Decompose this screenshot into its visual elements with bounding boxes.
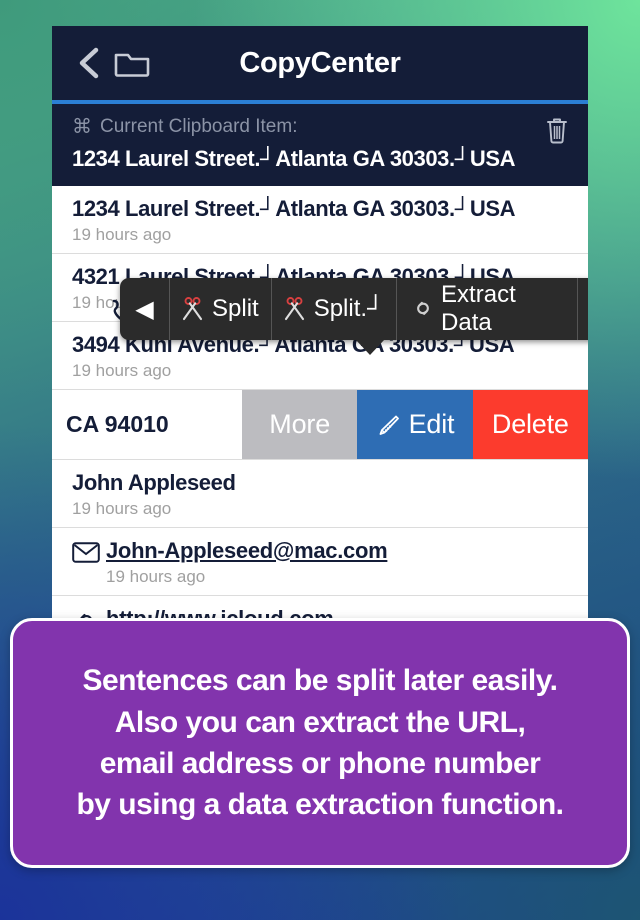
envelope-icon — [72, 538, 106, 568]
list-item-timestamp: 19 hours ago — [106, 567, 206, 586]
swipe-row-text: CA 94010 — [66, 411, 169, 437]
list-item-title: John Appleseed — [72, 470, 236, 495]
toolbar-pointer — [355, 339, 385, 355]
trash-icon[interactable] — [546, 116, 568, 149]
more-button-label: More — [269, 409, 331, 439]
toolbar-next-button[interactable]: ▶ — [578, 278, 588, 340]
swipe-action-row[interactable]: CA 94010 More Edit Delete — [52, 390, 588, 460]
list-item-timestamp: 19 hours ago — [72, 499, 172, 518]
toolbar-extract-data-label: Extract Data — [441, 281, 516, 336]
delete-button[interactable]: Delete — [472, 390, 588, 459]
toolbar-prev-button[interactable]: ◀ — [120, 278, 170, 340]
list-item-title: 1234 Laurel Street.┘Atlanta GA 30303.┘US… — [72, 196, 516, 221]
triangle-left-icon: ◀ — [135, 295, 154, 323]
list-item-timestamp: 19 hours ago — [72, 225, 172, 244]
toolbar-split-newline-button[interactable]: Split.┘ — [272, 278, 398, 340]
toolbar-split-newline-label: Split.┘ — [313, 295, 385, 322]
toolbar-extract-data-button[interactable]: Extract Data — [397, 278, 578, 340]
context-action-toolbar[interactable]: ◀ Split Split.┘ Extract Data — [120, 278, 588, 340]
phone-screen: CopyCenter ⌘ Current Clipboard Item: 123… — [52, 26, 588, 688]
command-icon: ⌘ — [72, 116, 92, 138]
list-item-timestamp: 19 hours ago — [72, 361, 172, 380]
clipboard-header: ⌘ Current Clipboard Item: — [72, 114, 568, 140]
caption-line: Sentences can be split later easily. — [82, 664, 558, 698]
list-item[interactable]: John-Appleseed@mac.com 19 hours ago — [52, 528, 588, 596]
caption-line: Also you can extract the URL, — [114, 705, 526, 739]
current-clipboard-panel: ⌘ Current Clipboard Item: 1234 Laurel St… — [52, 104, 588, 186]
link-icon — [409, 297, 437, 321]
more-button[interactable]: More — [242, 390, 358, 459]
toolbar-split-label: Split — [212, 295, 259, 322]
pencil-icon — [376, 413, 400, 437]
toolbar-split-button[interactable]: Split — [170, 278, 272, 340]
scissors-icon — [284, 296, 310, 322]
list-item[interactable]: John Appleseed 19 hours ago — [52, 460, 588, 528]
list-item-title[interactable]: John-Appleseed@mac.com — [106, 538, 568, 564]
delete-button-label: Delete — [491, 409, 569, 439]
folder-icon[interactable] — [112, 46, 152, 80]
caption-line: by using a data extraction function. — [76, 788, 564, 822]
navigation-bar: CopyCenter — [52, 26, 588, 100]
list-item[interactable]: 1234 Laurel Street.┘Atlanta GA 30303.┘US… — [52, 186, 588, 254]
edit-button-label: Edit — [408, 409, 455, 439]
clipboard-value: 1234 Laurel Street.┘Atlanta GA 30303.┘US… — [72, 146, 516, 171]
scissors-icon — [182, 296, 208, 322]
back-button[interactable] — [72, 46, 106, 80]
edit-button[interactable]: Edit — [357, 390, 473, 459]
caption-line: email address or phone number — [99, 747, 541, 780]
clipboard-history-list: 1234 Laurel Street.┘Atlanta GA 30303.┘US… — [52, 186, 588, 688]
caption-banner: Sentences can be split later easily. Als… — [10, 618, 630, 868]
clipboard-label: Current Clipboard Item: — [100, 116, 298, 137]
